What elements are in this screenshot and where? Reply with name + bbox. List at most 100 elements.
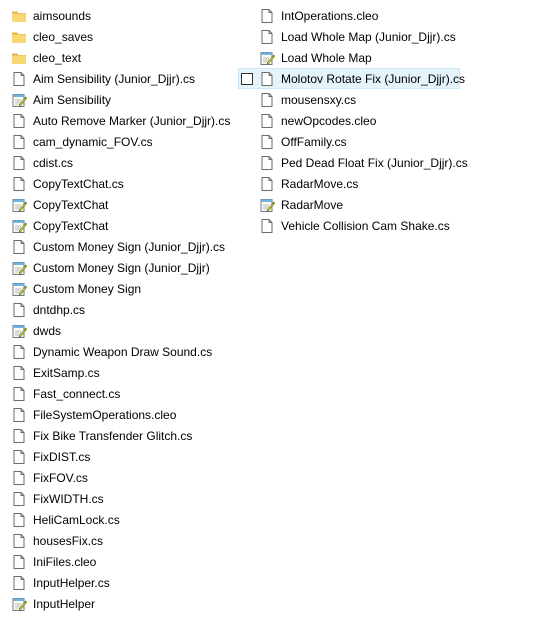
file-item-inputhelper-cs[interactable]: InputHelper.cs — [8, 572, 236, 593]
file-name: FixFOV.cs — [33, 470, 88, 485]
file-item-ped-dead-float-fix-junior-djjr-cs[interactable]: Ped Dead Float Fix (Junior_Djjr).cs — [238, 152, 468, 173]
file-item-vehicle-collision-cam-shake-cs[interactable]: Vehicle Collision Cam Shake.cs — [238, 215, 460, 236]
file-name: Molotov Rotate Fix (Junior_Djjr).cs — [281, 71, 466, 86]
file-icon — [259, 134, 275, 150]
file-icon — [11, 386, 27, 402]
file-name: FileSystemOperations.cleo — [33, 407, 177, 422]
file-item-copytextchat[interactable]: CopyTextChat — [8, 194, 236, 215]
file-name: InputHelper.cs — [33, 575, 110, 590]
file-icon — [259, 113, 275, 129]
file-item-exitsamp-cs[interactable]: ExitSamp.cs — [8, 362, 236, 383]
file-name: InputHelper — [33, 596, 96, 611]
file-item-custom-money-sign[interactable]: Custom Money Sign — [8, 278, 236, 299]
file-name: cleo_text — [33, 50, 82, 65]
file-item-fixfov-cs[interactable]: FixFOV.cs — [8, 467, 236, 488]
file-item-inputhelper[interactable]: InputHelper — [8, 593, 236, 614]
file-item-cdist-cs[interactable]: cdist.cs — [8, 152, 236, 173]
file-item-dwds[interactable]: dwds — [8, 320, 236, 341]
file-item-fast-connect-cs[interactable]: Fast_connect.cs — [8, 383, 236, 404]
select-checkbox[interactable] — [241, 72, 253, 85]
file-icon — [259, 176, 275, 192]
file-item-auto-remove-marker-junior-djjr-cs[interactable]: Auto Remove Marker (Junior_Djjr).cs — [8, 110, 236, 131]
file-item-mousensxy-cs[interactable]: mousensxy.cs — [238, 89, 460, 110]
file-item-cam-dynamic-fov-cs[interactable]: cam_dynamic_FOV.cs — [8, 131, 236, 152]
file-icon — [11, 302, 27, 318]
file-item-aim-sensibility-junior-djjr-cs[interactable]: Aim Sensibility (Junior_Djjr).cs — [8, 68, 236, 89]
file-icon — [11, 470, 27, 486]
file-name: Fix Bike Transfender Glitch.cs — [33, 428, 193, 443]
notepad-icon — [11, 281, 28, 297]
file-item-dynamic-weapon-draw-sound-cs[interactable]: Dynamic Weapon Draw Sound.cs — [8, 341, 236, 362]
file-item-helicamlock-cs[interactable]: HeliCamLock.cs — [8, 509, 236, 530]
file-item-custom-money-sign-junior-djjr[interactable]: Custom Money Sign (Junior_Djjr) — [8, 257, 236, 278]
file-list-column-1: aimsounds cleo_saves cleo_text Aim Sensibil… — [8, 5, 236, 614]
file-name: mousensxy.cs — [281, 92, 357, 107]
file-name: IntOperations.cleo — [281, 8, 379, 23]
file-name: newOpcodes.cleo — [281, 113, 377, 128]
file-item-offfamily-cs[interactable]: OffFamily.cs — [238, 131, 460, 152]
file-item-cleo-text[interactable]: cleo_text — [8, 47, 236, 68]
file-icon — [259, 92, 275, 108]
file-item-inifiles-cleo[interactable]: IniFiles.cleo — [8, 551, 236, 572]
file-item-radarmove-cs[interactable]: RadarMove.cs — [238, 173, 460, 194]
file-item-aim-sensibility[interactable]: Aim Sensibility — [8, 89, 236, 110]
file-item-cleo-saves[interactable]: cleo_saves — [8, 26, 236, 47]
file-name: IniFiles.cleo — [33, 554, 97, 569]
file-name: ExitSamp.cs — [33, 365, 100, 380]
file-name: cam_dynamic_FOV.cs — [33, 134, 153, 149]
file-icon — [11, 344, 27, 360]
file-icon — [259, 8, 275, 24]
file-name: RadarMove — [281, 197, 344, 212]
notepad-icon — [11, 92, 28, 108]
file-name: Aim Sensibility (Junior_Djjr).cs — [33, 71, 196, 86]
file-list-column-2: IntOperations.cleo Load Whole Map (Junior… — [238, 5, 468, 236]
file-icon — [11, 176, 27, 192]
file-name: Aim Sensibility — [33, 92, 112, 107]
file-icon — [11, 449, 27, 465]
file-icon — [11, 239, 27, 255]
notepad-icon — [11, 596, 28, 612]
file-item-housesfix-cs[interactable]: housesFix.cs — [8, 530, 236, 551]
file-name: FixWIDTH.cs — [33, 491, 104, 506]
file-icon — [11, 554, 27, 570]
folder-icon — [11, 50, 27, 66]
file-icon — [11, 155, 27, 171]
file-name: HeliCamLock.cs — [33, 512, 120, 527]
file-icon — [11, 533, 27, 549]
file-icon — [259, 155, 275, 171]
file-icon — [11, 512, 27, 528]
file-item-load-whole-map[interactable]: Load Whole Map — [238, 47, 460, 68]
file-name: cdist.cs — [33, 155, 74, 170]
file-icon — [259, 71, 275, 87]
file-item-dntdhp-cs[interactable]: dntdhp.cs — [8, 299, 236, 320]
file-name: Custom Money Sign (Junior_Djjr) — [33, 260, 210, 275]
file-icon — [259, 29, 275, 45]
file-name: aimsounds — [33, 8, 92, 23]
file-item-load-whole-map-junior-djjr-cs[interactable]: Load Whole Map (Junior_Djjr).cs — [238, 26, 460, 47]
file-name: CopyTextChat — [33, 218, 109, 233]
file-name: Load Whole Map (Junior_Djjr).cs — [281, 29, 456, 44]
notepad-icon — [11, 260, 28, 276]
file-item-copytextchat[interactable]: CopyTextChat — [8, 215, 236, 236]
file-item-aimsounds[interactable]: aimsounds — [8, 5, 236, 26]
file-name: Auto Remove Marker (Junior_Djjr).cs — [33, 113, 231, 128]
file-item-fixdist-cs[interactable]: FixDIST.cs — [8, 446, 236, 467]
file-item-molotov-rotate-fix-junior-djjr-cs[interactable]: Molotov Rotate Fix (Junior_Djjr).cs — [238, 68, 465, 89]
file-item-fix-bike-transfender-glitch-cs[interactable]: Fix Bike Transfender Glitch.cs — [8, 425, 236, 446]
file-item-intoperations-cleo[interactable]: IntOperations.cleo — [238, 5, 460, 26]
file-item-fixwidth-cs[interactable]: FixWIDTH.cs — [8, 488, 236, 509]
file-item-newopcodes-cleo[interactable]: newOpcodes.cleo — [238, 110, 460, 131]
file-name: Dynamic Weapon Draw Sound.cs — [33, 344, 213, 359]
notepad-icon — [259, 50, 276, 66]
file-icon — [11, 365, 27, 381]
file-item-filesystemoperations-cleo[interactable]: FileSystemOperations.cleo — [8, 404, 236, 425]
file-name: housesFix.cs — [33, 533, 104, 548]
file-name: CopyTextChat.cs — [33, 176, 124, 191]
file-item-radarmove[interactable]: RadarMove — [238, 194, 460, 215]
file-item-custom-money-sign-junior-djjr-cs[interactable]: Custom Money Sign (Junior_Djjr).cs — [8, 236, 236, 257]
file-item-copytextchat-cs[interactable]: CopyTextChat.cs — [8, 173, 236, 194]
notepad-icon — [259, 197, 276, 213]
file-name: CopyTextChat — [33, 197, 109, 212]
file-icon — [11, 134, 27, 150]
file-icon — [11, 428, 27, 444]
